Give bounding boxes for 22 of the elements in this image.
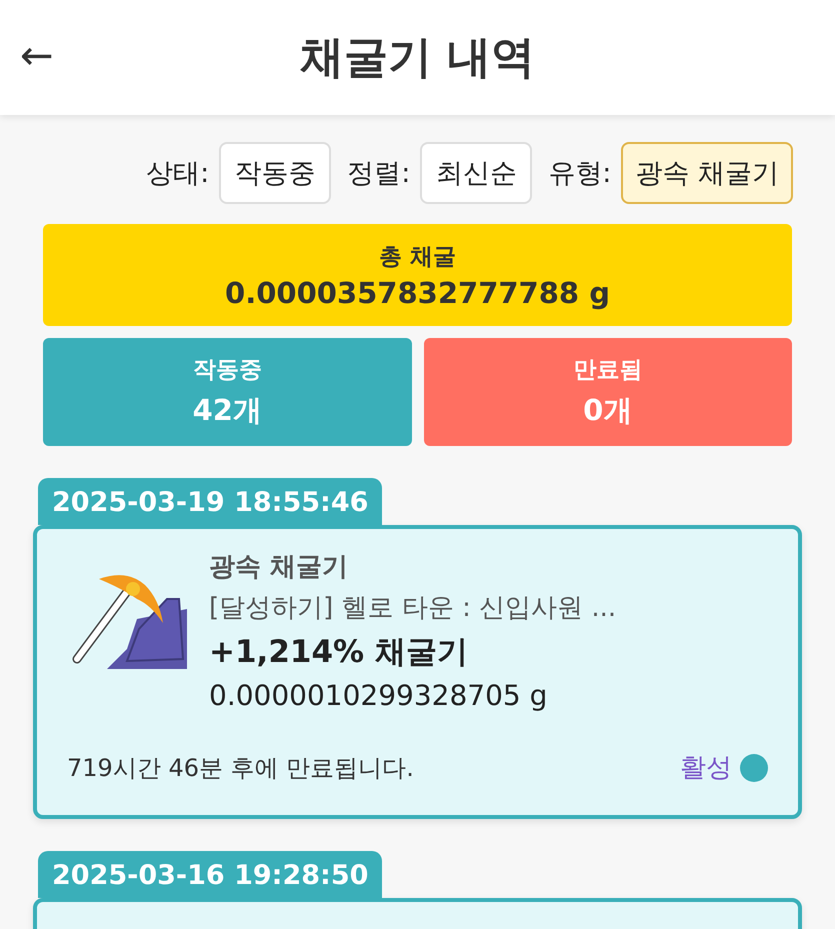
- expiry-text: 719시간 46분 후에 만료됩니다.: [67, 752, 414, 784]
- filter-label: 유형:: [548, 157, 612, 191]
- filter-label: 정렬:: [347, 157, 410, 191]
- status-label: 활성: [680, 752, 732, 785]
- filter-dropdown[interactable]: 최신순: [420, 142, 532, 204]
- page-title: 채굴기 내역: [300, 31, 536, 85]
- filter-dropdown[interactable]: 광속 채굴기: [621, 142, 793, 204]
- miner-source: [달성하기] 헬로 타운 : 신입사원 ...: [209, 592, 616, 625]
- boost-rate: +1,214% 채굴기: [209, 633, 469, 672]
- back-button[interactable]: ←: [20, 36, 54, 76]
- stat-value: 0개: [583, 392, 632, 428]
- date-tag: 2025-03-19 18:55:46: [38, 478, 382, 525]
- stat-value: 42개: [192, 392, 262, 428]
- date-tag: 2025-03-16 19:28:50: [38, 851, 382, 898]
- mined-amount: 0.0000010299328705 g: [209, 679, 548, 712]
- total-value: 0.0000357832777788 g: [225, 276, 610, 310]
- stat-label: 작동중: [192, 356, 262, 384]
- filter-label: 상태:: [146, 157, 210, 191]
- miner-type: 광속 채굴기: [209, 551, 350, 584]
- filter-dropdown[interactable]: 작동중: [219, 142, 332, 204]
- total-label: 총 채굴: [378, 242, 456, 272]
- stat-label: 만료됨: [573, 356, 642, 384]
